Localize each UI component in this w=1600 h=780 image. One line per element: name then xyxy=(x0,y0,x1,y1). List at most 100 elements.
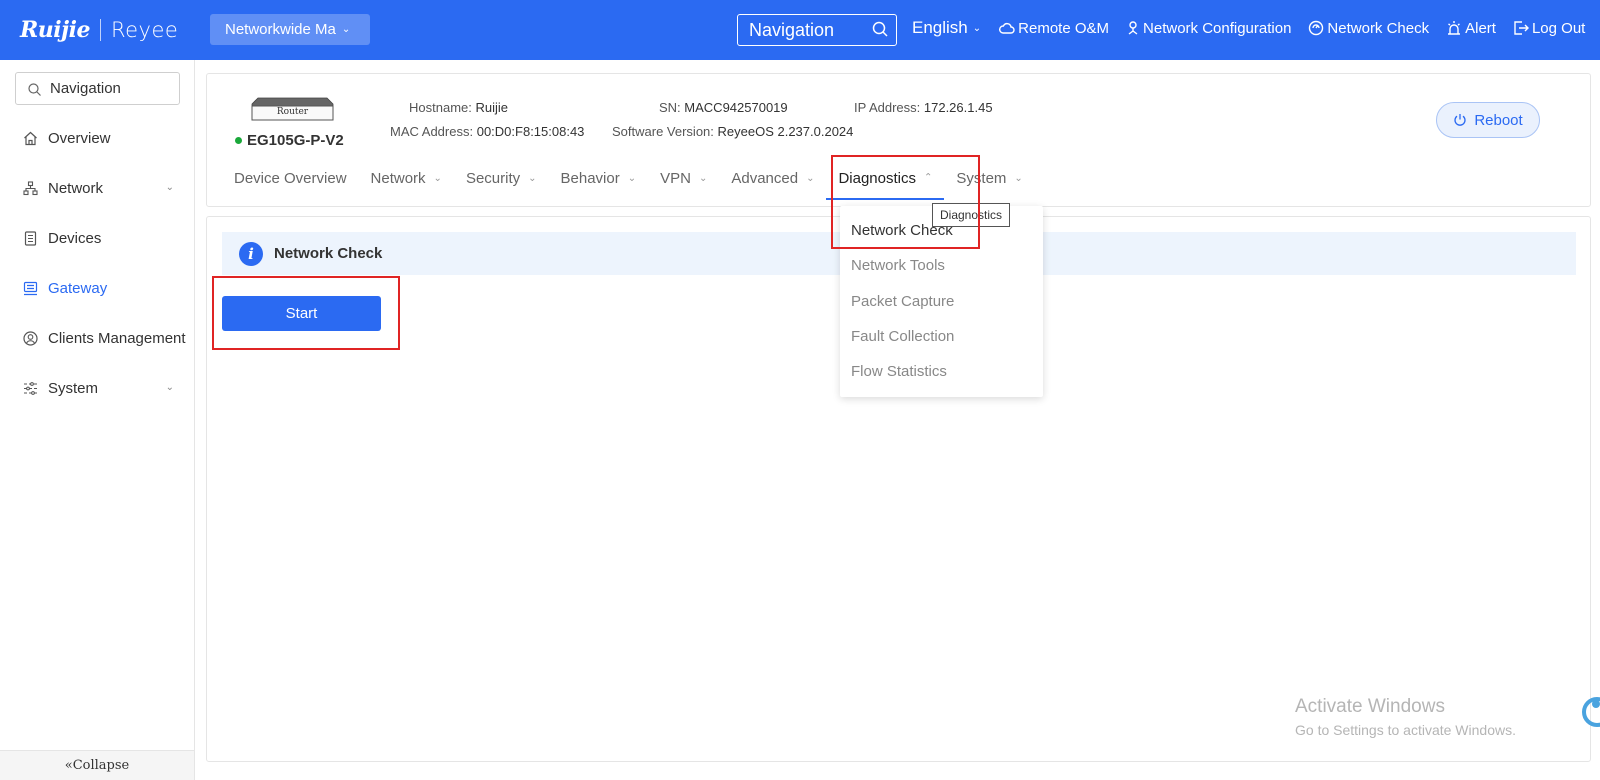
logo[interactable]: Ruijie Reyee xyxy=(20,16,178,44)
logo-ruijie: Ruijie xyxy=(20,17,90,43)
tab-vpn[interactable]: VPN ⌄ xyxy=(660,170,707,200)
search-icon xyxy=(28,83,41,96)
logo-reyee: Reyee xyxy=(110,18,179,42)
sn-label: SN: xyxy=(659,100,681,115)
sidebar-item-gateway[interactable]: Gateway xyxy=(0,268,194,308)
network-check-label: Network Check xyxy=(1327,19,1430,37)
highlight-box-start xyxy=(212,276,400,350)
devices-icon xyxy=(24,230,37,246)
menu-item-network-tools[interactable]: Network Tools xyxy=(851,257,945,274)
top-menu: English ⌄ Remote O&M Network Configurati… xyxy=(912,18,1585,38)
network-configuration-link[interactable]: Network Configuration xyxy=(1126,20,1291,37)
sidebar-search-input[interactable]: Navigation xyxy=(15,72,180,105)
sidebar-item-network[interactable]: Network ⌄ xyxy=(0,168,194,208)
logout-label: Log Out xyxy=(1531,19,1586,37)
mac-label: MAC Address: xyxy=(390,124,474,139)
notice-title: Network Check xyxy=(274,245,383,262)
menu-item-flow-statistics[interactable]: Flow Statistics xyxy=(851,363,947,380)
highlight-box-diagnostics xyxy=(831,155,980,249)
software-version-value: ReyeeOS 2.237.0.2024 xyxy=(717,124,854,139)
language-selector[interactable]: English ⌄ xyxy=(912,18,981,38)
chevron-down-icon: ⌄ xyxy=(1014,173,1023,184)
logout-link[interactable]: Log Out xyxy=(1513,20,1585,37)
tab-security[interactable]: Security ⌄ xyxy=(466,170,537,200)
hostname-label: Hostname: xyxy=(409,100,472,115)
chevron-down-icon: ⌄ xyxy=(528,173,537,184)
logout-icon xyxy=(1514,21,1529,35)
sidebar-item-overview[interactable]: Overview xyxy=(0,118,194,158)
hostname-info: Hostname: Ruijie xyxy=(409,100,508,115)
sidebar-item-label: Devices xyxy=(48,229,102,247)
collapse-label: Collapse xyxy=(72,758,130,773)
sidebar-item-label: Overview xyxy=(48,129,111,147)
chevron-down-icon: ⌄ xyxy=(806,173,815,184)
assistant-icon[interactable] xyxy=(1580,690,1600,734)
watermark-line2: Go to Settings to activate Windows. xyxy=(1295,722,1516,738)
software-version-label: Software Version: xyxy=(612,124,714,139)
remote-om-link[interactable]: Remote O&M xyxy=(999,20,1109,37)
tab-advanced[interactable]: Advanced ⌄ xyxy=(731,170,814,200)
top-search-placeholder: Navigation xyxy=(749,19,835,40)
network-configuration-label: Network Configuration xyxy=(1143,19,1292,37)
home-icon xyxy=(24,131,37,145)
chevron-down-icon: ⌄ xyxy=(341,24,351,35)
online-status-dot xyxy=(235,137,242,144)
chevron-down-icon: ⌄ xyxy=(433,173,442,184)
sidebar-item-clients-management[interactable]: Clients Management xyxy=(0,318,194,358)
tab-device-overview[interactable]: Device Overview xyxy=(234,170,347,200)
menu-item-fault-collection[interactable]: Fault Collection xyxy=(851,328,954,345)
ip-value: 172.26.1.45 xyxy=(923,100,993,115)
sidebar-item-label: Clients Management xyxy=(48,329,186,347)
gateway-icon xyxy=(23,281,38,295)
router-image-label: Router xyxy=(276,107,309,117)
network-check-icon xyxy=(1309,20,1324,36)
collapse-button[interactable]: « Collapse xyxy=(0,750,194,780)
device-model-label: EG105G-P-V2 xyxy=(247,132,344,149)
mac-value: 00:D0:F8:15:08:43 xyxy=(476,124,585,139)
chevron-down-icon: ⌄ xyxy=(165,382,174,393)
chevron-down-icon: ⌄ xyxy=(972,22,982,34)
tab-label: Device Overview xyxy=(234,170,347,187)
remote-om-label: Remote O&M xyxy=(1018,19,1110,37)
sidebar-item-label: Network xyxy=(48,179,104,197)
reboot-label: Reboot xyxy=(1474,111,1523,129)
network-selector[interactable]: Networkwide Ma ⌄ xyxy=(210,14,370,45)
logo-divider xyxy=(99,19,101,41)
menu-item-packet-capture[interactable]: Packet Capture xyxy=(851,293,954,310)
tab-label: Security xyxy=(465,170,521,187)
top-search-input[interactable]: Navigation xyxy=(737,14,897,46)
cloud-icon xyxy=(999,22,1015,34)
alert-icon xyxy=(1448,21,1461,35)
mac-info: MAC Address: 00:D0:F8:15:08:43 xyxy=(390,124,584,139)
network-config-icon xyxy=(1128,21,1138,35)
power-icon xyxy=(1454,114,1466,126)
sidebar-item-system[interactable]: System ⌄ xyxy=(0,368,194,408)
reboot-button[interactable]: Reboot xyxy=(1436,102,1540,138)
double-chevron-left-icon: « xyxy=(64,758,73,773)
network-selector-label: Networkwide Ma xyxy=(225,21,336,38)
sidebar-item-label: Gateway xyxy=(48,279,108,297)
ip-label: IP Address: xyxy=(854,100,921,115)
ip-info: IP Address: 172.26.1.45 xyxy=(854,100,993,115)
settings-sliders-icon xyxy=(24,381,37,395)
hostname-value: Ruijie xyxy=(475,100,509,115)
alert-link[interactable]: Alert xyxy=(1446,20,1496,37)
language-label: English xyxy=(912,18,968,37)
network-check-link[interactable]: Network Check xyxy=(1308,20,1429,37)
user-icon xyxy=(23,330,38,346)
device-model: EG105G-P-V2 xyxy=(235,132,344,149)
tab-network[interactable]: Network ⌄ xyxy=(371,170,442,200)
software-version-info: Software Version: ReyeeOS 2.237.0.2024 xyxy=(612,124,853,139)
sidebar-item-label: System xyxy=(48,379,99,397)
chevron-down-icon: ⌄ xyxy=(627,173,637,184)
search-icon[interactable] xyxy=(872,21,888,37)
sidebar: Navigation Overview Network ⌄ Devices Ga… xyxy=(0,60,195,780)
windows-activation-watermark: Activate Windows Go to Settings to activ… xyxy=(1295,696,1516,738)
tab-label: VPN xyxy=(660,170,691,187)
sidebar-item-devices[interactable]: Devices xyxy=(0,218,194,258)
sn-value: MACC942570019 xyxy=(684,100,788,115)
tab-label: Network xyxy=(370,170,426,187)
sidebar-search-placeholder: Navigation xyxy=(50,80,121,97)
tab-behavior[interactable]: Behavior ⌄ xyxy=(561,170,637,200)
top-bar: Ruijie Reyee Networkwide Ma ⌄ Navigation… xyxy=(0,0,1600,60)
